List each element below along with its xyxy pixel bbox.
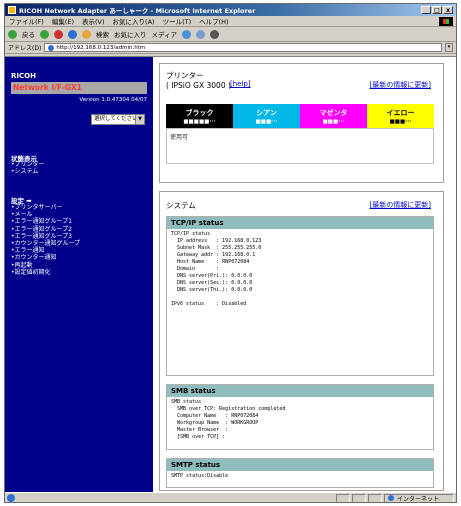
chevron-down-icon[interactable]: ▼ [135, 115, 144, 124]
printer-model: ( IPSiO GX 3000 ) [166, 81, 231, 90]
stop-icon[interactable] [54, 29, 63, 39]
toner-cyan-level: ■■■··· [255, 118, 278, 125]
menu-favorites[interactable]: お気に入り(A) [113, 16, 155, 26]
menu-tools[interactable]: ツール(T) [163, 16, 192, 26]
nav-item-printer[interactable]: •プリンター [11, 161, 45, 168]
ie-logo-icon [8, 6, 16, 14]
nav-item-error-group-2[interactable]: •エラー通知グループ2 [11, 226, 80, 233]
tcpip-status-header: TCP/IP status [167, 217, 433, 229]
title-bar: RICOH Network Adapter あーしゃーク - Microsoft… [5, 4, 456, 16]
address-label: アドレス(D) [8, 45, 42, 52]
printer-title: プリンター ( IPSiO GX 3000 ) [166, 71, 231, 91]
windows-logo-icon [439, 17, 453, 26]
printer-panel: プリンター ( IPSiO GX 3000 ) [help] [最新の情報に更新… [159, 63, 444, 183]
system-panel: システム [最新の情報に更新] TCP/IP status TCP/IP sta… [159, 191, 444, 491]
system-title: システム [166, 201, 196, 210]
nav-item-restart[interactable]: •再起動 [11, 262, 80, 269]
maximize-button[interactable]: □ [432, 6, 442, 14]
toner-yellow-level: ■■■··· [389, 118, 412, 125]
zone-label: インターネット [397, 495, 440, 503]
sidebar: RICOH Network I/F-GX1 Version 1.0.47304 … [5, 57, 153, 493]
toner-black: ブラック ■■■■■··· [166, 104, 233, 128]
help-link[interactable]: [help] [230, 80, 251, 88]
toner-magenta-level: ■■■··· [322, 118, 345, 125]
forward-arrow-icon[interactable] [40, 29, 49, 39]
page-icon [48, 44, 55, 51]
address-input[interactable]: http://192.168.0.123/admin.htm [44, 43, 442, 52]
toner-magenta: マゼンタ ■■■··· [300, 104, 367, 128]
history-icon[interactable] [182, 29, 192, 39]
nav-item-error-group-1[interactable]: •エラー通知グループ1 [11, 218, 80, 225]
globe-icon [388, 495, 394, 501]
nav-item-print-server[interactable]: •プリンタサーバー [11, 204, 80, 211]
tcpip-status-body: TCP/IP status IP address : 192.168.0.123… [171, 231, 262, 307]
toolbar: 戻る 検索 お気に入り メディア [5, 27, 456, 42]
printer-title-line1: プリンター [166, 71, 204, 80]
brand-name: RICOH [11, 72, 36, 80]
menu-view[interactable]: 表示(V) [82, 16, 105, 26]
status-nav: •プリンター •システム [11, 161, 45, 175]
menu-select-value: 選択してください [94, 116, 138, 122]
nav-item-system[interactable]: •システム [11, 168, 45, 175]
toner-black-level: ■■■■■··· [183, 118, 216, 125]
smtp-status-header: SMTP status [167, 459, 433, 471]
main-panel: プリンター ( IPSiO GX 3000 ) [help] [最新の情報に更新… [153, 57, 456, 493]
model-name: Network I/F-GX1 [11, 82, 147, 94]
printer-status-text: 使用可 [170, 134, 189, 141]
tcpip-status-box: TCP/IP status TCP/IP status IP address :… [166, 216, 434, 376]
smb-status-body: SMB status SMB over TCP: Registration co… [171, 399, 286, 440]
toner-cyan: シアン ■■■··· [233, 104, 300, 128]
favorites-button[interactable]: お気に入り [114, 29, 147, 39]
search-button[interactable]: 検索 [96, 29, 109, 39]
menu-select[interactable]: 選択してください ▼ [91, 114, 145, 125]
media-button[interactable]: メディア [152, 29, 178, 39]
smtp-status-body: SMTP status:Disable [171, 473, 229, 479]
toner-cyan-label: シアン [256, 108, 277, 117]
toner-levels: ブラック ■■■■■··· シアン ■■■··· マゼンタ ■■■··· イエロ… [166, 104, 434, 128]
nav-item-counter-notify[interactable]: •カウンター通知 [11, 254, 80, 261]
printer-status-box: 使用可 [166, 128, 434, 164]
window-title: RICOH Network Adapter あーしゃーク - Microsoft… [19, 7, 256, 15]
toner-magenta-label: マゼンタ [319, 108, 348, 117]
address-url: http://192.168.0.123/admin.htm [56, 44, 146, 51]
printer-refresh-link[interactable]: [最新の情報に更新] [370, 80, 431, 90]
mail-icon[interactable] [196, 29, 206, 39]
print-icon[interactable] [210, 29, 220, 39]
version-text: Version 1.0.47304 04/07 [79, 97, 147, 103]
status-bar: インターネット [5, 492, 456, 503]
menu-help[interactable]: ヘルプ(H) [199, 16, 228, 26]
close-button[interactable]: x [443, 6, 453, 14]
menu-edit[interactable]: 編集(E) [52, 16, 74, 26]
address-bar: アドレス(D) http://192.168.0.123/admin.htm ▾ [5, 42, 456, 54]
nav-item-reset-settings[interactable]: •設定値初期化 [11, 269, 80, 276]
page-content: RICOH Network I/F-GX1 Version 1.0.47304 … [5, 56, 456, 493]
menu-bar: ファイル(F) 編集(E) 表示(V) お気に入り(A) ツール(T) ヘルプ(… [5, 16, 456, 27]
smb-status-box: SMB status SMB status SMB over TCP: Regi… [166, 384, 434, 450]
home-icon[interactable] [82, 29, 91, 39]
security-zone: インターネット [384, 493, 454, 503]
back-arrow-icon[interactable] [8, 29, 17, 39]
refresh-icon[interactable] [68, 29, 77, 39]
back-button[interactable]: 戻る [22, 29, 35, 39]
toner-yellow: イエロー ■■■··· [367, 104, 434, 128]
address-dropdown-icon[interactable]: ▾ [445, 43, 453, 52]
page-status-icon [7, 494, 15, 502]
nav-item-error-group-3[interactable]: •エラー通知グループ3 [11, 233, 80, 240]
settings-nav: •プリンタサーバー •メール •エラー通知グループ1 •エラー通知グループ2 •… [11, 204, 80, 276]
smb-status-header: SMB status [167, 385, 433, 397]
smtp-status-box: SMTP status SMTP status:Disable [166, 458, 434, 488]
minimize-button[interactable]: _ [421, 6, 431, 14]
menu-file[interactable]: ファイル(F) [9, 16, 44, 26]
system-refresh-link[interactable]: [最新の情報に更新] [370, 200, 431, 210]
toner-black-label: ブラック [185, 108, 214, 117]
browser-window: RICOH Network Adapter あーしゃーク - Microsoft… [4, 3, 457, 503]
toner-yellow-label: イエロー [386, 108, 415, 117]
